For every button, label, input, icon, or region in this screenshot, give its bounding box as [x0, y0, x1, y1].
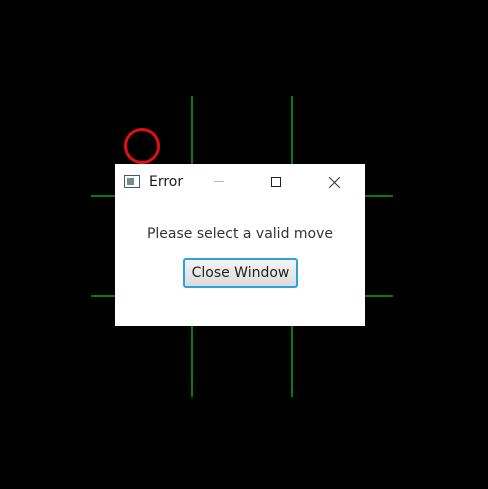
close-button[interactable]: [311, 164, 357, 200]
minimize-button[interactable]: [196, 164, 242, 200]
error-dialog: Error Please select a valid move Close W…: [115, 164, 365, 326]
dialog-titlebar[interactable]: Error: [115, 164, 365, 200]
maximize-icon: [271, 177, 281, 187]
window-app-icon: [124, 175, 140, 188]
error-message: Please select a valid move: [146, 226, 334, 242]
maximize-button[interactable]: [253, 164, 299, 200]
close-icon: [328, 176, 341, 189]
close-window-button[interactable]: Close Window: [183, 258, 298, 288]
dialog-title: Error: [149, 174, 184, 190]
minimize-icon: [214, 180, 224, 182]
